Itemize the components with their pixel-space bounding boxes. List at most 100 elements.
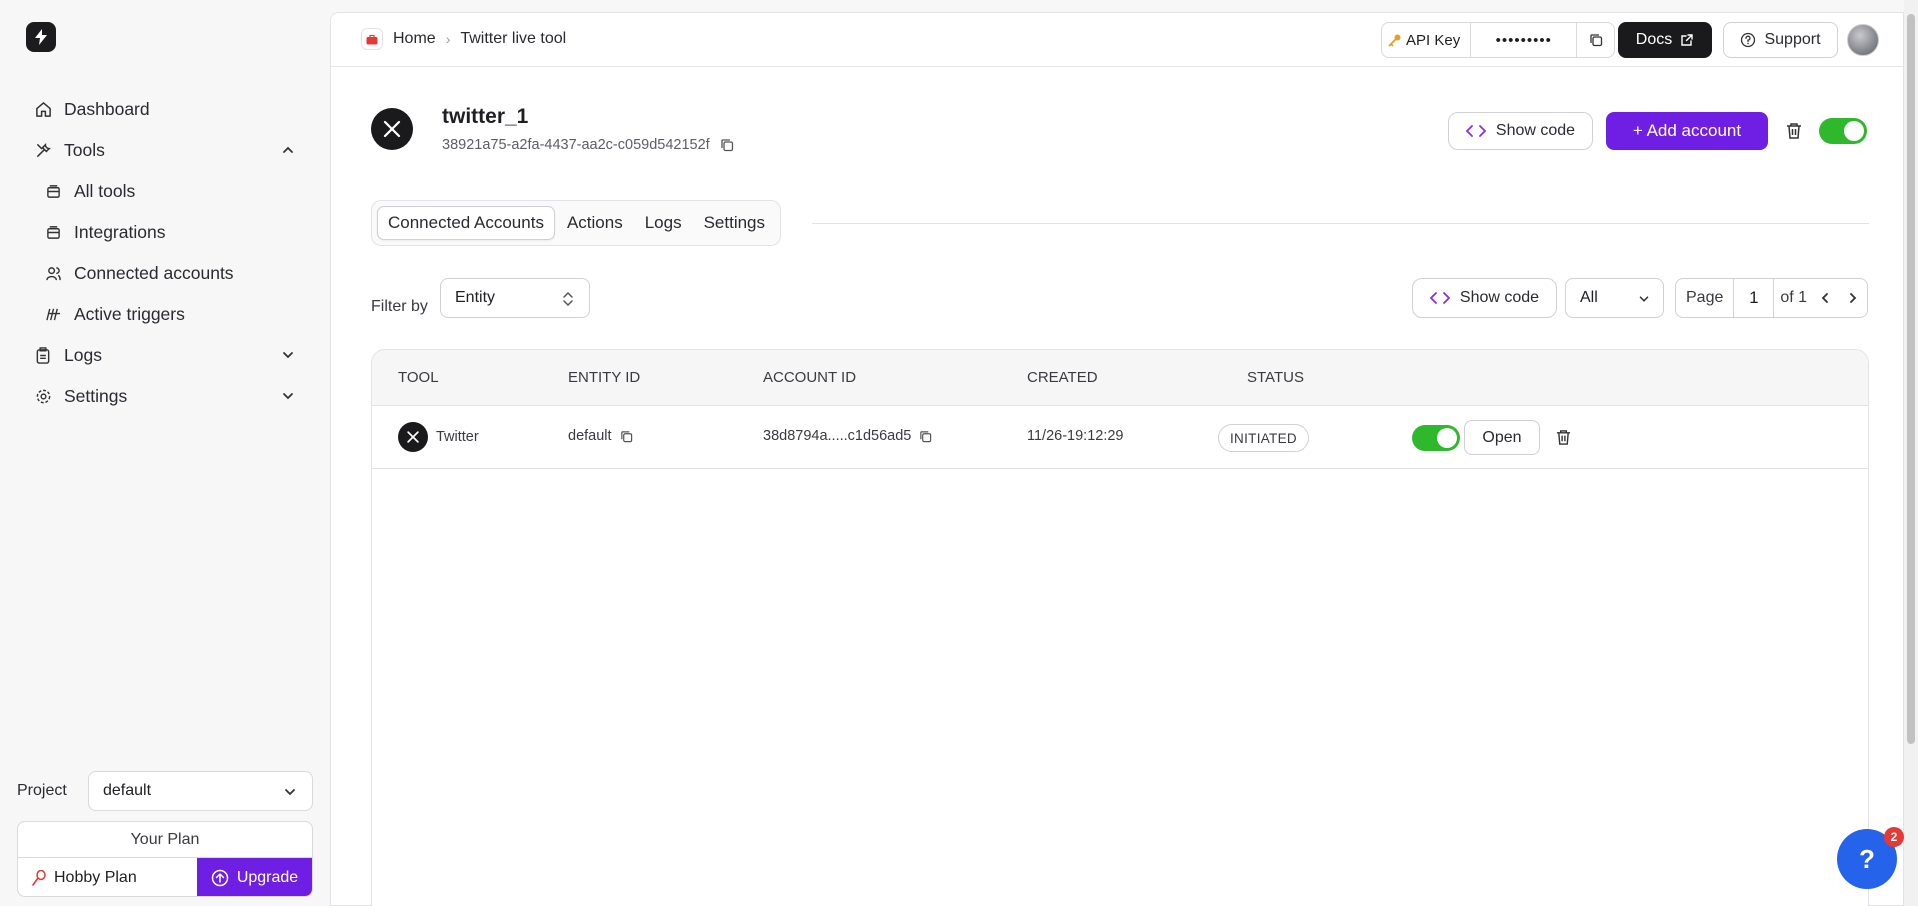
gear-icon: [34, 387, 52, 405]
sidebar-item-label: All tools: [74, 180, 136, 201]
sidebar-item-logs[interactable]: Logs: [24, 335, 306, 375]
sidebar-item-label: Settings: [64, 385, 128, 406]
top-bar: Home › Twitter live tool API Key •••••••…: [331, 13, 1903, 67]
tab-connected-accounts[interactable]: Connected Accounts: [377, 206, 555, 240]
breadcrumb-home[interactable]: Home: [393, 30, 436, 48]
plan-name-label: Hobby Plan: [54, 869, 137, 886]
plan-name: Hobby Plan: [18, 858, 197, 896]
trash-icon: [1556, 429, 1570, 445]
delete-account-button[interactable]: [1552, 426, 1574, 448]
key-icon: [1388, 34, 1401, 47]
column-header-status: STATUS: [1247, 369, 1304, 386]
sidebar-item-label: Tools: [64, 139, 105, 160]
open-account-button[interactable]: Open: [1464, 420, 1540, 455]
avatar[interactable]: [1847, 24, 1879, 56]
tool-enabled-toggle[interactable]: [1819, 118, 1867, 144]
status-filter-select[interactable]: All: [1565, 278, 1664, 318]
api-key-label-text: API Key: [1406, 31, 1461, 49]
copy-icon[interactable]: [919, 430, 932, 443]
docs-button[interactable]: Docs: [1618, 22, 1712, 58]
external-link-icon: [1681, 34, 1693, 46]
x-logo-icon: [398, 422, 428, 452]
clipboard-icon: [34, 346, 52, 364]
chevron-down-icon: [1639, 296, 1649, 302]
notification-badge: 2: [1884, 827, 1904, 847]
sidebar-item-settings[interactable]: Settings: [24, 376, 306, 416]
show-code-button[interactable]: Show code: [1448, 112, 1593, 150]
tab-settings[interactable]: Settings: [694, 206, 775, 240]
page-scrollbar[interactable]: [1904, 0, 1918, 906]
show-code-filter-label: Show code: [1459, 289, 1540, 306]
sidebar-item-all-tools[interactable]: All tools: [24, 171, 306, 211]
project-select[interactable]: default: [88, 771, 313, 811]
support-label: Support: [1764, 31, 1821, 48]
sidebar-item-dashboard[interactable]: Dashboard: [24, 89, 306, 129]
chevron-down-icon[interactable]: [280, 388, 296, 404]
scrollbar-thumb[interactable]: [1907, 14, 1915, 744]
project-selector-row: Project default: [17, 771, 313, 811]
tool-id: 38921a75-a2fa-4437-aa2c-c059d542152f: [442, 137, 734, 153]
plan-box: Your Plan Hobby Plan Upgrade: [17, 821, 313, 897]
tab-logs[interactable]: Logs: [635, 206, 692, 240]
add-account-button[interactable]: + Add account: [1606, 112, 1768, 150]
api-key-value: •••••••••: [1471, 23, 1578, 57]
api-key-label: API Key: [1382, 23, 1472, 57]
page-number-input[interactable]: 1: [1734, 279, 1775, 317]
sidebar-item-integrations[interactable]: Integrations: [24, 212, 306, 252]
column-header-tool: TOOL: [398, 369, 439, 386]
breadcrumb-separator-icon: ›: [445, 31, 451, 47]
cell-entity-id: default: [568, 428, 633, 444]
chevron-updown-icon: [563, 291, 573, 307]
help-circle-icon: [1741, 32, 1756, 48]
column-header-account-id: ACCOUNT ID: [763, 369, 857, 386]
chevron-down-icon: [285, 789, 295, 796]
project-label: Project: [17, 782, 67, 799]
app-logo[interactable]: [26, 22, 56, 52]
briefcase-icon: [361, 28, 383, 50]
chevron-up-icon[interactable]: [280, 142, 296, 158]
x-logo-icon: [371, 108, 413, 150]
page-label: Page: [1676, 279, 1735, 317]
tab-divider: [812, 223, 1869, 224]
add-account-label: + Add account: [1632, 121, 1742, 140]
sidebar-item-active-triggers[interactable]: Active triggers: [24, 294, 306, 334]
copy-icon: [1590, 34, 1602, 47]
delete-tool-button[interactable]: [1783, 120, 1805, 142]
account-enabled-toggle[interactable]: [1412, 425, 1460, 451]
next-page-button[interactable]: [1839, 292, 1867, 304]
tool-id-text: 38921a75-a2fa-4437-aa2c-c059d542152f: [442, 137, 710, 153]
tool-name-cell: Twitter: [436, 429, 479, 445]
filter-by-label: Filter by: [371, 298, 428, 315]
racket-icon: [32, 870, 46, 886]
sidebar-item-label: Logs: [64, 344, 102, 365]
copy-icon[interactable]: [720, 138, 734, 152]
prev-page-button[interactable]: [1811, 292, 1839, 304]
entity-filter-select[interactable]: Entity: [440, 278, 590, 318]
lightning-icon: [35, 29, 47, 45]
docs-label: Docs: [1635, 31, 1673, 48]
main-panel: Home › Twitter live tool API Key •••••••…: [330, 12, 1904, 906]
code-icon: [1465, 125, 1486, 137]
status-badge: INITIATED: [1218, 424, 1309, 452]
chevron-left-icon: [1821, 293, 1828, 303]
api-key-group: API Key •••••••••: [1381, 22, 1616, 58]
sidebar-item-tools[interactable]: Tools: [24, 130, 306, 170]
sidebar-item-label: Connected accounts: [74, 262, 234, 283]
tab-actions[interactable]: Actions: [557, 206, 633, 240]
status-filter-value: All: [1580, 289, 1598, 306]
chevron-down-icon[interactable]: [280, 347, 296, 363]
upgrade-button[interactable]: Upgrade: [197, 858, 312, 896]
grid-icon: [44, 182, 62, 200]
show-code-filter-button[interactable]: Show code: [1412, 278, 1557, 318]
cell-created: 11/26-19:12:29: [1027, 428, 1124, 444]
copy-api-key-button[interactable]: [1577, 23, 1614, 57]
sidebar-item-connected-accounts[interactable]: Connected accounts: [24, 253, 306, 293]
table-row: Twitter default 38d8794a.....c1d56ad5 11…: [372, 406, 1868, 469]
chevron-right-icon: [1850, 293, 1857, 303]
entity-id-text: default: [568, 428, 612, 444]
support-button[interactable]: Support: [1723, 22, 1838, 58]
integration-icon: [44, 223, 62, 241]
sidebar-item-label: Dashboard: [64, 98, 150, 119]
account-id-text: 38d8794a.....c1d56ad5: [763, 428, 912, 444]
copy-icon[interactable]: [620, 430, 633, 443]
